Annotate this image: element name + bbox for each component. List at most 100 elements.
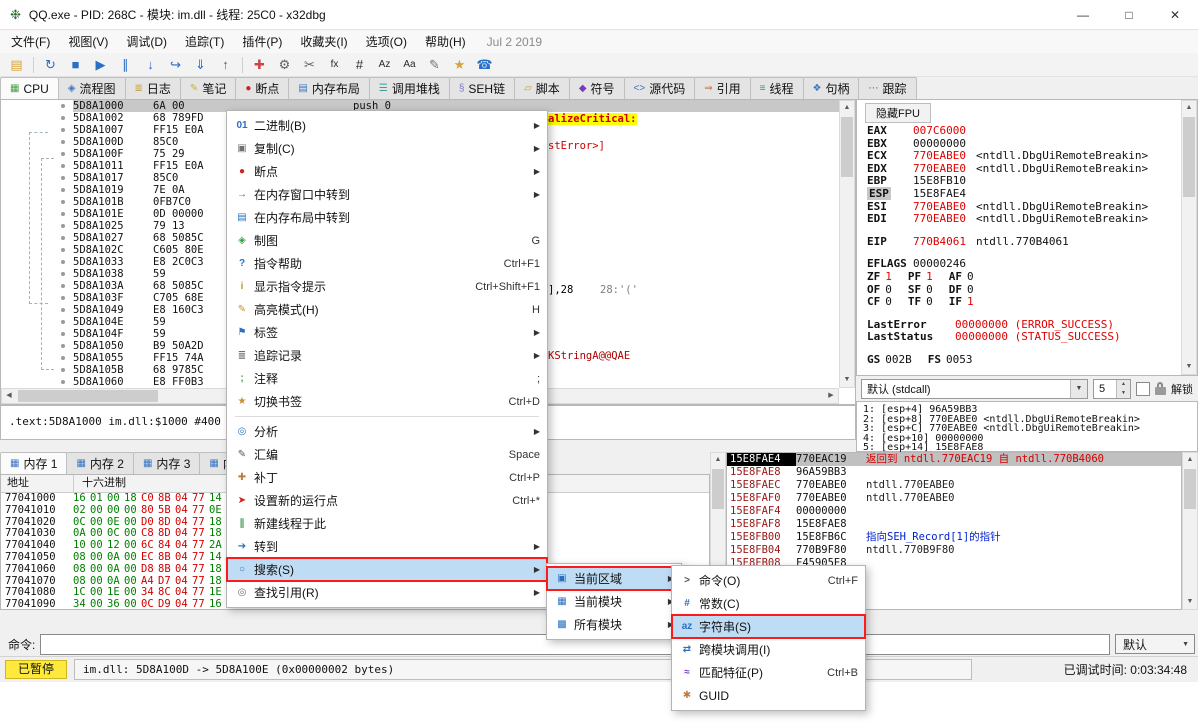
favorites-star-icon[interactable]: ★ bbox=[447, 54, 472, 76]
scroll-right-icon[interactable]: ▶ bbox=[824, 389, 838, 403]
calling-convention-select[interactable]: 默认 (stdcall) ▼ bbox=[861, 379, 1088, 399]
submenu-item-pattern[interactable]: ≈匹配特征(P)Ctrl+B bbox=[672, 661, 865, 684]
menu-item-assemble[interactable]: ✎汇编Space bbox=[227, 443, 547, 466]
register-line[interactable]: ECX770EABE0<ntdll.DbgUiRemoteBreakin> bbox=[857, 150, 1197, 163]
trace-into-icon[interactable]: ⇓ bbox=[188, 54, 213, 76]
menu-item-search[interactable]: ○搜索(S)▶ bbox=[227, 558, 547, 581]
tab-symbols[interactable]: ◆符号 bbox=[569, 77, 625, 99]
flag-value[interactable]: 1 bbox=[926, 271, 933, 284]
breakpoint-dot[interactable] bbox=[61, 296, 65, 300]
breakpoint-dot[interactable] bbox=[61, 200, 65, 204]
breakpoint-dot[interactable] bbox=[61, 272, 65, 276]
script-icon[interactable]: ✎ bbox=[422, 54, 447, 76]
menu-item-analysis[interactable]: ◎分析▶ bbox=[227, 420, 547, 443]
hide-fpu-button[interactable]: 隐藏FPU bbox=[865, 103, 931, 123]
breakpoint-dot[interactable] bbox=[61, 188, 65, 192]
breakpoint-dot[interactable] bbox=[61, 368, 65, 372]
flag-value[interactable]: 0 bbox=[926, 296, 933, 309]
breakpoint-dot[interactable] bbox=[61, 356, 65, 360]
menu-item-comment[interactable]: ;注释; bbox=[227, 367, 547, 390]
menu-item-follow-in-dump[interactable]: →在内存窗口中转到▶ bbox=[227, 183, 547, 206]
menu-item-graph[interactable]: ◈制图G bbox=[227, 229, 547, 252]
stack-vscrollbar[interactable]: ▲ ▼ bbox=[1182, 452, 1198, 610]
register-value[interactable]: 007C6000 bbox=[913, 125, 966, 138]
run-icon[interactable]: ▶ bbox=[88, 54, 113, 76]
tab-threads[interactable]: ≡线程 bbox=[750, 77, 804, 99]
breakpoint-dot[interactable] bbox=[61, 284, 65, 288]
breakpoint-dot[interactable] bbox=[61, 152, 65, 156]
flag-value[interactable]: 1 bbox=[967, 296, 974, 309]
submenu-item-command[interactable]: >命令(O)Ctrl+F bbox=[672, 569, 865, 592]
menubar-item-5[interactable]: 插件(P) bbox=[233, 30, 291, 53]
restart-icon[interactable]: ↻ bbox=[38, 54, 63, 76]
scroll-up-icon[interactable]: ▲ bbox=[711, 453, 725, 467]
breakpoint-dot[interactable] bbox=[61, 308, 65, 312]
register-line[interactable]: EDI770EABE0<ntdll.DbgUiRemoteBreakin> bbox=[857, 213, 1197, 226]
register-line[interactable]: ESP15E8FAE4 bbox=[857, 188, 1197, 201]
stack-row[interactable]: 15E8FAE4770EAC19返回到 ntdll.770EAC19 自 ntd… bbox=[727, 453, 1181, 466]
submenu-item-guid[interactable]: ✱GUID bbox=[672, 684, 865, 707]
menu-item-toggle-bookmark[interactable]: ★切换书签Ctrl+D bbox=[227, 390, 547, 413]
tab-references[interactable]: ⇒引用 bbox=[694, 77, 750, 99]
dock-tab-memory-3[interactable]: ▦内存 3 bbox=[133, 452, 200, 474]
register-line[interactable]: EBP15E8FB10 bbox=[857, 175, 1197, 188]
menu-item-label[interactable]: ⚑标签▶ bbox=[227, 321, 547, 344]
breakpoint-dot[interactable] bbox=[61, 260, 65, 264]
tab-seh-chain[interactable]: §SEH链 bbox=[449, 77, 515, 99]
stack-row[interactable]: 15E8FAF815E8FAE8 bbox=[727, 518, 1181, 531]
scroll-up-icon[interactable]: ▲ bbox=[1183, 453, 1197, 467]
breakpoint-dot[interactable] bbox=[61, 332, 65, 336]
phone-icon[interactable]: ☎ bbox=[472, 54, 497, 76]
menubar-item-8[interactable]: 帮助(H) bbox=[416, 30, 475, 53]
flag-value[interactable]: 0 bbox=[885, 296, 892, 309]
stop-icon[interactable]: ■ bbox=[63, 54, 88, 76]
scroll-down-icon[interactable]: ▼ bbox=[840, 373, 854, 387]
menu-item-new-thread-here[interactable]: ∥新建线程于此 bbox=[227, 512, 547, 535]
submenu-item-all-modules[interactable]: ▩所有模块▶ bbox=[547, 613, 681, 636]
breakpoint-dot[interactable] bbox=[61, 104, 65, 108]
stack-row[interactable]: 15E8FAF400000000 bbox=[727, 505, 1181, 518]
scroll-left-icon[interactable]: ◀ bbox=[2, 389, 16, 403]
patch-icon[interactable]: ✚ bbox=[247, 54, 272, 76]
stack-row[interactable]: 15E8FB04770B9F80ntdll.770B9F80 bbox=[727, 544, 1181, 557]
register-line[interactable]: LastStatus00000000 (STATUS_SUCCESS) bbox=[857, 331, 1197, 344]
submenu-item-intermodular-calls[interactable]: ⇄跨模块调用(I) bbox=[672, 638, 865, 661]
tab-call-stack[interactable]: ☰调用堆栈 bbox=[369, 77, 450, 99]
scroll-down-icon[interactable]: ▼ bbox=[1183, 595, 1197, 609]
tab-notes[interactable]: ✎笔记 bbox=[180, 77, 236, 99]
menu-item-set-new-origin[interactable]: ➤设置新的运行点Ctrl+* bbox=[227, 489, 547, 512]
scroll-up-icon[interactable]: ▲ bbox=[840, 101, 854, 115]
breakpoint-dot[interactable] bbox=[61, 344, 65, 348]
menubar-item-7[interactable]: 选项(O) bbox=[357, 30, 416, 53]
register-value[interactable]: 770B4061 bbox=[913, 236, 966, 249]
register-line[interactable]: CF0TF0IF1 bbox=[857, 296, 1197, 309]
scrollbar-thumb[interactable] bbox=[841, 117, 853, 177]
menu-item-find-references[interactable]: ◎查找引用(R)▶ bbox=[227, 581, 547, 604]
stack-row[interactable]: 15E8FAE896A59BB3 bbox=[727, 466, 1181, 479]
breakpoint-dot[interactable] bbox=[61, 236, 65, 240]
menu-item-goto[interactable]: ➔转到▶ bbox=[227, 535, 547, 558]
menubar-item-2[interactable]: 视图(V) bbox=[59, 30, 117, 53]
maximize-button[interactable]: □ bbox=[1106, 0, 1152, 30]
menu-item-highlight-mode[interactable]: ✎高亮模式(H)H bbox=[227, 298, 547, 321]
submenu-item-constant[interactable]: #常数(C) bbox=[672, 592, 865, 615]
aa-lowercase-icon[interactable]: Aa bbox=[397, 54, 422, 76]
hash-icon[interactable]: # bbox=[347, 54, 372, 76]
menu-item-binary[interactable]: 01二进制(B)▶ bbox=[227, 114, 547, 137]
step-over-icon[interactable]: ↪ bbox=[163, 54, 188, 76]
step-into-icon[interactable]: ↓ bbox=[138, 54, 163, 76]
breakpoint-dot[interactable] bbox=[61, 248, 65, 252]
scrollbar-thumb[interactable] bbox=[1183, 117, 1195, 197]
scroll-up-icon[interactable]: ▲ bbox=[1182, 101, 1196, 115]
disassembly-vscrollbar[interactable]: ▲ ▼ bbox=[839, 100, 855, 388]
flag-value[interactable]: 0 bbox=[967, 271, 974, 284]
flag-value[interactable]: 1 bbox=[885, 271, 892, 284]
submenu-item-current-module[interactable]: ▦当前模块▶ bbox=[547, 590, 681, 613]
stepper-arrows[interactable]: ▲▼ bbox=[1116, 380, 1130, 398]
stack-row[interactable]: 15E8FAF0770EABE0ntdll.770EABE0 bbox=[727, 492, 1181, 505]
scrollbar-thumb[interactable] bbox=[712, 469, 724, 509]
dock-tab-memory-2[interactable]: ▦内存 2 bbox=[66, 452, 133, 474]
unlock-checkbox[interactable] bbox=[1136, 382, 1150, 396]
breakpoint-dot[interactable] bbox=[61, 128, 65, 132]
tab-graph[interactable]: ◈流程图 bbox=[58, 77, 126, 99]
